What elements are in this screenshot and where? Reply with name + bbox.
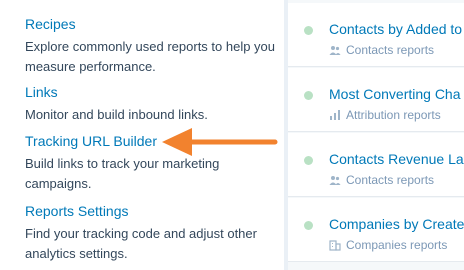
menu-item-tracking-url-builder: Tracking URL Builder Build links to trac…	[25, 133, 275, 194]
status-dot	[304, 221, 313, 230]
tracking-url-builder-link[interactable]: Tracking URL Builder	[25, 133, 275, 149]
links-link[interactable]: Links	[25, 84, 275, 100]
report-category-label: Companies reports	[346, 238, 448, 252]
people-icon	[329, 176, 341, 185]
status-dot	[304, 156, 313, 165]
status-dot	[304, 91, 313, 100]
report-category: Attribution reports	[329, 108, 441, 122]
building-icon	[329, 240, 341, 251]
report-category-label: Contacts reports	[346, 43, 435, 57]
report-title[interactable]: Companies by Create	[329, 216, 464, 232]
report-category: Contacts reports	[329, 173, 434, 187]
report-row[interactable]: Contacts by Added to Contacts reports	[284, 3, 464, 67]
report-category-label: Attribution reports	[346, 108, 441, 122]
reports-settings-description: Find your tracking code and adjust other…	[25, 226, 257, 261]
report-category: Contacts reports	[329, 43, 434, 57]
people-icon	[329, 46, 341, 55]
menu-item-reports-settings: Reports Settings Find your tracking code…	[25, 203, 275, 264]
tracking-url-builder-description: Build links to track your marketing camp…	[25, 156, 220, 191]
report-title[interactable]: Most Converting Cha	[329, 86, 461, 102]
report-category-label: Contacts reports	[346, 173, 435, 187]
links-description: Monitor and build inbound links.	[25, 107, 208, 122]
recipes-link[interactable]: Recipes	[25, 16, 275, 32]
menu-item-recipes: Recipes Explore commonly used reports to…	[25, 16, 275, 77]
panel-divider	[284, 0, 288, 270]
report-category: Companies reports	[329, 238, 447, 252]
report-row[interactable]: Most Converting Cha Attribution reports	[284, 68, 464, 132]
report-title[interactable]: Contacts Revenue La	[329, 151, 464, 167]
status-dot	[304, 26, 313, 35]
report-title[interactable]: Contacts by Added to	[329, 21, 462, 37]
reports-dropdown-menu: Recipes Explore commonly used reports to…	[0, 0, 284, 270]
report-row[interactable]: Companies by Create Companies reports	[284, 198, 464, 262]
report-list: Contacts by Added to Contacts reports Mo…	[284, 0, 464, 270]
menu-item-links: Links Monitor and build inbound links.	[25, 84, 275, 125]
bar-chart-icon	[330, 110, 340, 120]
report-row[interactable]: Contacts Revenue La Contacts reports	[284, 133, 464, 197]
recipes-description: Explore commonly used reports to help yo…	[25, 39, 276, 74]
reports-settings-link[interactable]: Reports Settings	[25, 203, 275, 219]
